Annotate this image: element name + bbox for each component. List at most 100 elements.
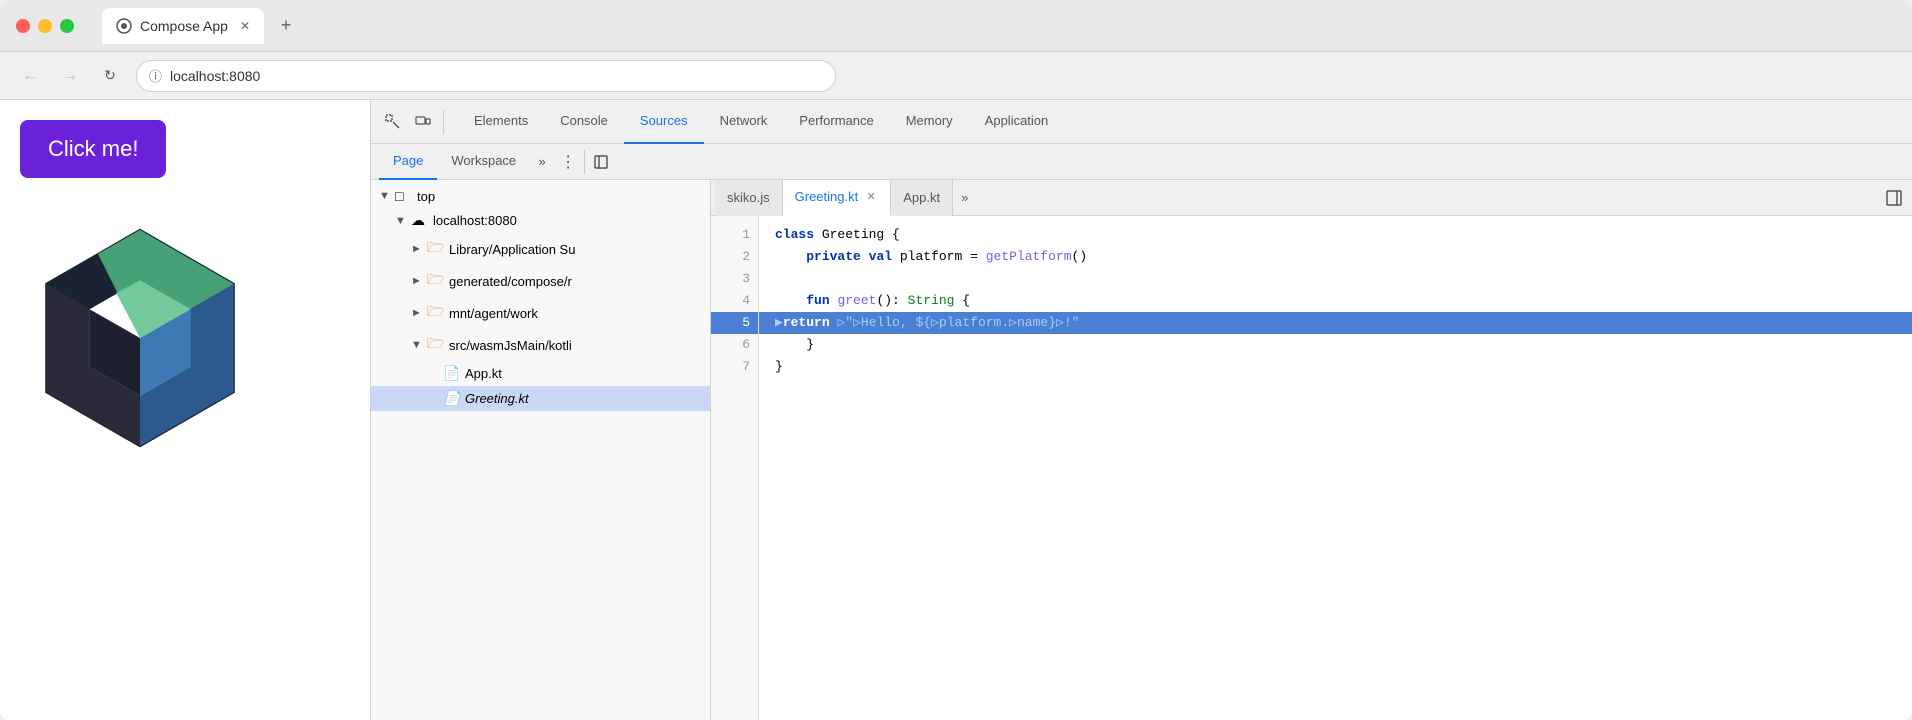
tab-title: Compose App (140, 18, 228, 34)
file-icon-greetingkt: 📄 (443, 390, 461, 407)
tree-item-library[interactable]: ► 🗁 Library/Application Su (371, 233, 710, 265)
paren-open-4: (): (876, 290, 907, 312)
file-tree: ▼ □ top ▼ ☁ localhost:8080 ► 🗁 Librar (371, 180, 711, 720)
performance-tab[interactable]: Performance (783, 100, 889, 144)
back-button[interactable]: ← (16, 62, 44, 90)
tab-bar: Compose App ✕ + (102, 0, 300, 51)
page-content: Click me! (0, 100, 370, 720)
forward-button[interactable]: → (56, 62, 84, 90)
inspect-element-icon[interactable] (379, 108, 407, 136)
tree-item-appkt[interactable]: ▼ 📄 App.kt (371, 361, 710, 386)
click-me-button[interactable]: Click me! (20, 120, 166, 178)
workspace-subtab[interactable]: Workspace (437, 144, 530, 180)
reload-button[interactable]: ↻ (96, 62, 124, 90)
folder-icon-src: 🗁 (427, 333, 445, 357)
keyword-fun: fun (806, 290, 837, 312)
new-tab-button[interactable]: + (272, 12, 300, 40)
code-line-5: ▶return ▷"▷Hello, ${▷platform.▷name}▷!" (759, 312, 1912, 334)
memory-tab[interactable]: Memory (890, 100, 969, 144)
console-tab[interactable]: Console (544, 100, 624, 144)
tree-arrow-mnt: ► (411, 307, 423, 319)
code-line-7: } (775, 356, 1896, 378)
tree-item-greetingkt[interactable]: ▼ 📄 Greeting.kt (371, 386, 710, 411)
str-platform-5: ▷platform.▷name (931, 312, 1048, 334)
tab-favicon (116, 18, 132, 34)
sources-layout: ▼ □ top ▼ ☁ localhost:8080 ► 🗁 Librar (371, 180, 1912, 720)
code-line-1: class Greeting { (775, 224, 1896, 246)
page-subtab[interactable]: Page (379, 144, 437, 180)
close-button[interactable] (16, 19, 30, 33)
keyword-class: class (775, 224, 822, 246)
code-tab-greeting[interactable]: Greeting.kt ✕ (783, 180, 892, 216)
code-tabs-more-button[interactable]: » (953, 190, 976, 205)
toggle-sidebar-icon[interactable] (1880, 184, 1908, 212)
tree-label-greetingkt: Greeting.kt (465, 391, 702, 406)
line-num-3: 3 (711, 268, 758, 290)
elements-tab[interactable]: Elements (458, 100, 544, 144)
keyword-return-5: return (783, 312, 838, 334)
tree-item-localhost[interactable]: ▼ ☁ localhost:8080 (371, 208, 710, 233)
tree-label-library: Library/Application Su (449, 242, 702, 257)
application-tab[interactable]: Application (969, 100, 1065, 144)
browser-tab-active[interactable]: Compose App ✕ (102, 8, 264, 44)
line-num-5: 5 (711, 312, 758, 334)
minimize-button[interactable] (38, 19, 52, 33)
code-area: skiko.js Greeting.kt ✕ App.kt » (711, 180, 1912, 720)
equals-2: = (962, 246, 985, 268)
parens-2: () (1072, 246, 1088, 268)
folder-icon-top: □ (395, 188, 413, 204)
main-content: Click me! (0, 100, 1912, 720)
tab-close-icon[interactable]: ✕ (240, 19, 250, 33)
tree-item-top[interactable]: ▼ □ top (371, 184, 710, 208)
maximize-button[interactable] (60, 19, 74, 33)
sources-subtabs: Page Workspace » ⋮ (371, 144, 1912, 180)
tree-label-appkt: App.kt (465, 366, 702, 381)
code-tab-skiko[interactable]: skiko.js (715, 180, 783, 216)
str-open-5: ▷"▷Hello, ${ (837, 312, 931, 334)
indent-4 (775, 290, 806, 312)
brace-close-7: } (775, 356, 783, 378)
line-num-1: 1 (711, 224, 758, 246)
folder-icon-mnt: 🗁 (427, 301, 445, 325)
cloud-icon-localhost: ☁ (411, 212, 429, 229)
subtabs-menu-button[interactable]: ⋮ (556, 150, 580, 174)
brace-open-4: { (954, 290, 970, 312)
browser-window: Compose App ✕ + ← → ↻ ⓘ localhost:8080 C… (0, 0, 1912, 720)
code-content[interactable]: class Greeting { private val platform = … (759, 216, 1912, 720)
url-text: localhost:8080 (170, 68, 260, 84)
code-tab-greeting-close[interactable]: ✕ (864, 190, 878, 204)
title-bar: Compose App ✕ + (0, 0, 1912, 52)
tree-item-generated[interactable]: ► 🗁 generated/compose/r (371, 265, 710, 297)
url-bar[interactable]: ⓘ localhost:8080 (136, 60, 836, 92)
debug-arrow-5: ▶ (775, 312, 783, 334)
code-tab-appkt-label: App.kt (903, 190, 940, 205)
tree-arrow-library: ► (411, 243, 423, 255)
code-tab-greeting-label: Greeting.kt (795, 189, 859, 204)
tree-item-mnt[interactable]: ► 🗁 mnt/agent/work (371, 297, 710, 329)
collapse-sidebar-icon[interactable] (589, 150, 613, 174)
tree-item-src[interactable]: ▼ 🗁 src/wasmJsMain/kotli (371, 329, 710, 361)
traffic-lights (16, 19, 74, 33)
folder-icon-generated: 🗁 (427, 269, 445, 293)
tree-arrow-top: ▼ (379, 190, 391, 202)
code-line-3 (775, 268, 1896, 290)
str-close-5: }▷!" (1048, 312, 1079, 334)
line-num-6: 6 (711, 334, 758, 356)
code-tabs: skiko.js Greeting.kt ✕ App.kt » (711, 180, 1912, 216)
code-tab-appkt[interactable]: App.kt (891, 180, 953, 216)
subtabs-separator (584, 150, 585, 174)
network-tab[interactable]: Network (704, 100, 784, 144)
keyword-private: private (806, 246, 868, 268)
indent-2 (775, 246, 806, 268)
folder-icon-library: 🗁 (427, 237, 445, 261)
toolbar-separator (443, 110, 444, 134)
info-icon: ⓘ (149, 66, 162, 85)
var-platform: platform (900, 246, 962, 268)
tree-arrow-localhost: ▼ (395, 215, 407, 227)
tree-label-src: src/wasmJsMain/kotli (449, 338, 702, 353)
subtabs-more-button[interactable]: » (530, 150, 554, 174)
device-toggle-icon[interactable] (409, 108, 437, 136)
sources-tab[interactable]: Sources (624, 100, 704, 144)
code-line-4: fun greet(): String { (775, 290, 1896, 312)
devtools-panel: Elements Console Sources Network Perform… (370, 100, 1912, 720)
